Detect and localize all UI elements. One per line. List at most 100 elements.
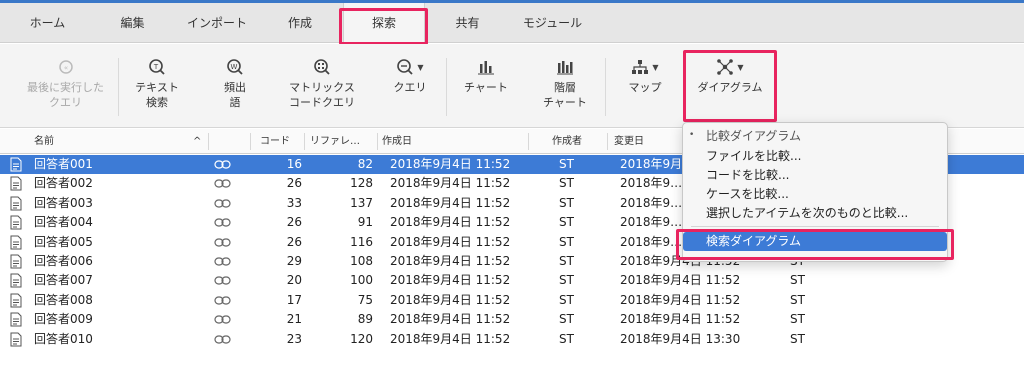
table-row[interactable]: 回答者010 23 120 2018年9月4日 11:52 ST 2018年9月4日 13…	[0, 330, 1024, 349]
svg-text:T: T	[153, 63, 159, 71]
document-icon	[10, 176, 22, 191]
word-frequency-icon: W	[210, 58, 260, 76]
link-icon[interactable]	[214, 257, 231, 266]
menu-item-compare-cases[interactable]: ケースを比較...	[706, 185, 789, 204]
row-modifier: ST	[790, 292, 805, 307]
tab-create[interactable]: 作成	[266, 3, 334, 43]
document-icon	[10, 332, 22, 347]
row-reference-count: 91	[357, 215, 373, 230]
row-name: 回答者009	[34, 312, 93, 327]
hierarchy-chart-button[interactable]: 階層 チャート	[535, 58, 595, 110]
row-modified-date: 2018年9月4日 11:52	[620, 273, 741, 288]
row-modifier: ST	[790, 331, 805, 346]
column-separator[interactable]	[528, 133, 529, 150]
diagram-dropdown-menu: • 比較ダイアグラム ファイルを比較... コードを比較... ケースを比較..…	[682, 122, 948, 262]
matrix-coding-query-label: マトリックス コードクエリ	[289, 81, 355, 109]
link-icon[interactable]	[214, 315, 231, 324]
diagram-icon: ▼	[690, 58, 770, 76]
matrix-coding-query-button[interactable]: マトリックス コードクエリ	[278, 58, 366, 110]
table-row[interactable]: 回答者009 21 89 2018年9月4日 11:52 ST 2018年9月4日 11:…	[0, 310, 1024, 329]
row-creator: ST	[559, 292, 574, 307]
column-header-name[interactable]: 名前	[34, 129, 54, 154]
column-header-created[interactable]: 作成日	[382, 129, 412, 154]
link-icon[interactable]	[214, 218, 231, 227]
row-reference-count: 137	[350, 195, 373, 210]
menu-item-compare-files[interactable]: ファイルを比較...	[706, 147, 801, 166]
ribbon: « 最後に実行した クエリ T テキスト 検索 W 頻出 語 マトリックス コー…	[0, 44, 1024, 128]
ribbon-tab-bar: ホーム 編集 インポート 作成 探索 共有 モジュール	[0, 3, 1024, 43]
link-icon[interactable]	[214, 179, 231, 188]
text-search-button[interactable]: T テキスト 検索	[126, 58, 188, 110]
row-modified-date: 2018年9…	[620, 215, 683, 230]
row-creator: ST	[559, 215, 574, 230]
ribbon-separator	[605, 58, 606, 116]
word-frequency-button[interactable]: W 頻出 語	[210, 58, 260, 110]
column-separator[interactable]	[304, 133, 305, 150]
chevron-down-icon: ▼	[652, 62, 659, 72]
row-code-count: 26	[286, 234, 302, 249]
row-creator: ST	[559, 273, 574, 288]
column-separator[interactable]	[607, 133, 608, 150]
column-header-references[interactable]: リファレ…	[310, 129, 360, 154]
link-icon[interactable]	[214, 160, 231, 169]
row-reference-count: 120	[350, 331, 373, 346]
chart-button[interactable]: チャート	[456, 58, 516, 95]
row-reference-count: 100	[350, 273, 373, 288]
row-creator: ST	[559, 234, 574, 249]
query-dropdown-button[interactable]: ▼ クエリ	[382, 58, 438, 95]
last-query-button[interactable]: « 最後に実行した クエリ	[18, 58, 113, 110]
chevron-down-icon: ▼	[417, 62, 424, 72]
row-modified-date: 2018年9…	[620, 195, 683, 210]
row-name: 回答者001	[34, 157, 93, 171]
tab-share[interactable]: 共有	[435, 3, 500, 43]
tab-edit[interactable]: 編集	[100, 3, 165, 43]
document-icon	[10, 293, 22, 308]
chevron-down-icon: ▼	[737, 62, 744, 72]
column-separator[interactable]	[208, 133, 209, 150]
row-code-count: 26	[286, 176, 302, 191]
bullet-icon: •	[689, 130, 695, 140]
column-separator[interactable]	[250, 133, 251, 150]
column-header-code[interactable]: コード	[260, 129, 290, 154]
diagram-dropdown-button[interactable]: ▼ ダイアグラム	[690, 58, 770, 95]
table-row[interactable]: 回答者007 20 100 2018年9月4日 11:52 ST 2018年9月4日 11…	[0, 271, 1024, 290]
menu-item-compare-codes[interactable]: コードを比較...	[706, 166, 789, 185]
ribbon-separator	[118, 58, 119, 116]
row-created-date: 2018年9月4日 11:52	[390, 176, 511, 191]
column-separator[interactable]	[377, 133, 378, 150]
link-icon[interactable]	[214, 237, 231, 247]
row-created-date: 2018年9月4日 11:52	[390, 195, 511, 210]
link-icon[interactable]	[214, 276, 231, 285]
row-created-date: 2018年9月4日 11:52	[390, 215, 511, 230]
sort-ascending-icon[interactable]: ^	[193, 129, 201, 154]
bar-chart-icon	[456, 58, 516, 76]
table-row[interactable]: 回答者008 17 75 2018年9月4日 11:52 ST 2018年9月4日 11:…	[0, 291, 1024, 310]
row-creator: ST	[559, 157, 574, 171]
tab-modules[interactable]: モジュール	[510, 3, 595, 43]
row-code-count: 29	[286, 254, 302, 268]
column-header-modified[interactable]: 変更日	[614, 129, 644, 154]
menu-item-comparison-diagram[interactable]: 比較ダイアグラム	[706, 127, 801, 146]
diagram-label: ダイアグラム	[697, 81, 763, 94]
map-dropdown-button[interactable]: ▼ マップ	[615, 58, 675, 95]
matrix-query-icon	[278, 58, 366, 76]
link-icon[interactable]	[214, 199, 231, 208]
row-modified-date: 2018年9月4日 11:52	[620, 312, 741, 327]
tab-home[interactable]: ホーム	[10, 3, 85, 43]
hierarchy-chart-icon	[535, 58, 595, 76]
link-icon[interactable]	[214, 334, 231, 344]
menu-item-compare-selected[interactable]: 選択したアイテムを次のものと比較...	[706, 204, 908, 223]
column-header-creator[interactable]: 作成者	[552, 129, 582, 154]
row-reference-count: 82	[357, 157, 373, 171]
row-creator: ST	[559, 176, 574, 191]
row-creator: ST	[559, 331, 574, 346]
tab-explore[interactable]: 探索	[343, 3, 425, 43]
tab-import[interactable]: インポート	[178, 3, 256, 43]
link-icon[interactable]	[214, 296, 231, 305]
map-icon: ▼	[615, 58, 675, 76]
row-created-date: 2018年9月4日 11:52	[390, 312, 511, 327]
menu-item-explore-diagram[interactable]: 検索ダイアグラム	[706, 232, 801, 251]
text-search-icon: T	[126, 58, 188, 76]
row-reference-count: 128	[350, 176, 373, 191]
row-creator: ST	[559, 312, 574, 327]
